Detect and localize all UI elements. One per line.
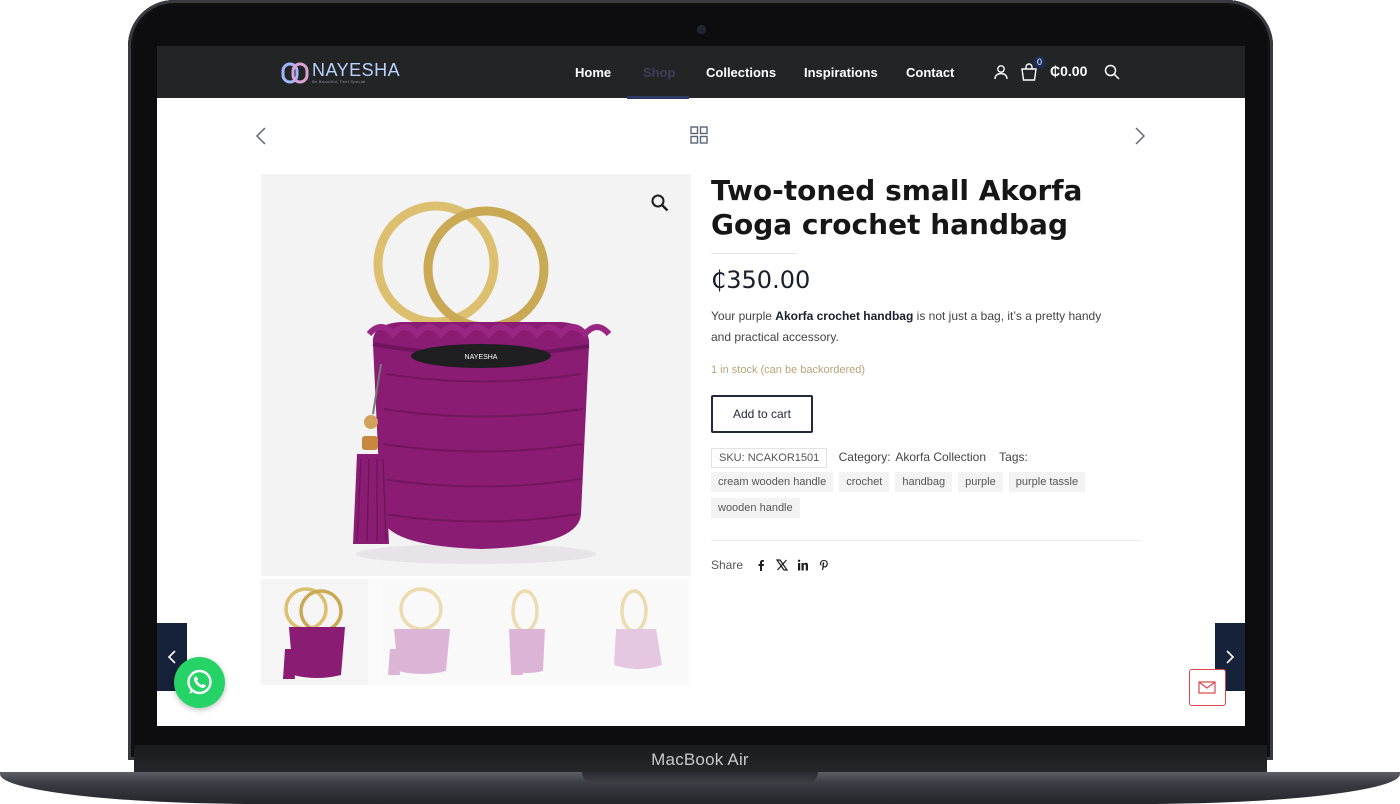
tag-link[interactable]: purple tassle bbox=[1008, 472, 1086, 492]
product-meta: SKU: NCAKOR1501 Category: Akorfa Collect… bbox=[711, 448, 1141, 468]
whatsapp-button[interactable] bbox=[174, 657, 225, 708]
thumbnail-3[interactable] bbox=[475, 579, 582, 685]
logo-name: NAYESHA bbox=[312, 60, 401, 80]
thumbnail-bag-icon bbox=[388, 587, 450, 675]
category-link[interactable]: Akorfa Collection bbox=[895, 450, 986, 464]
site-logo[interactable]: NAYESHA Be Beautiful, Feel Special bbox=[281, 58, 400, 88]
thumbnail-1[interactable] bbox=[261, 579, 368, 685]
facebook-icon[interactable] bbox=[755, 559, 767, 571]
nav-contact[interactable]: Contact bbox=[906, 65, 954, 80]
handbag-illustration: NAYESHA bbox=[353, 201, 612, 564]
tag-link[interactable]: wooden handle bbox=[711, 498, 800, 518]
thumbnail-bag-icon bbox=[283, 587, 345, 679]
previous-product-arrow-icon[interactable] bbox=[254, 126, 268, 146]
camera bbox=[698, 26, 705, 33]
bag-label-text: NAYESHA bbox=[465, 354, 498, 361]
logo-text: NAYESHA Be Beautiful, Feel Special bbox=[312, 61, 400, 85]
nav-home[interactable]: Home bbox=[575, 65, 611, 80]
whatsapp-icon bbox=[187, 669, 212, 695]
cart-total[interactable]: ₵0.00 bbox=[1050, 63, 1087, 79]
grid-icon[interactable] bbox=[690, 126, 708, 144]
pinterest-icon[interactable] bbox=[818, 559, 830, 571]
stock-status: 1 in stock (can be backordered) bbox=[711, 364, 866, 376]
tags-label: Tags: bbox=[999, 450, 1028, 464]
product-tags: cream wooden handle crochet handbag purple p… bbox=[711, 472, 1141, 524]
mail-icon bbox=[1198, 681, 1216, 694]
logo-tagline: Be Beautiful, Feel Special bbox=[312, 79, 366, 84]
x-icon[interactable] bbox=[776, 559, 789, 571]
logo-mark-icon bbox=[281, 62, 309, 84]
nav-shop[interactable]: Shop bbox=[643, 65, 676, 80]
description-prefix: Your purple bbox=[711, 309, 776, 323]
site-header: NAYESHA Be Beautiful, Feel Special Home … bbox=[157, 46, 1245, 99]
thumbnail-2[interactable] bbox=[368, 579, 475, 685]
laptop-notch bbox=[582, 772, 818, 784]
thumbnail-4[interactable] bbox=[582, 579, 689, 685]
description-bold: Akorfa crochet handbag bbox=[775, 309, 914, 323]
user-icon[interactable] bbox=[993, 64, 1009, 80]
nav-active-indicator bbox=[627, 96, 689, 99]
thumbnail-bag-icon bbox=[614, 589, 662, 669]
share-bar: Share bbox=[711, 558, 830, 572]
tag-link[interactable]: crochet bbox=[839, 472, 890, 492]
share-label: Share bbox=[711, 558, 744, 572]
sku-badge: SKU: NCAKOR1501 bbox=[711, 448, 828, 468]
search-icon[interactable] bbox=[1104, 64, 1120, 80]
product-price: ₵350.00 bbox=[711, 266, 811, 294]
tag-link[interactable]: purple bbox=[958, 472, 1003, 492]
product-thumbnails bbox=[261, 579, 691, 685]
thumbnail-bag-icon bbox=[509, 589, 545, 675]
category-label: Category: bbox=[838, 450, 891, 464]
linkedin-icon[interactable] bbox=[797, 559, 809, 571]
tag-link[interactable]: cream wooden handle bbox=[711, 472, 834, 492]
add-to-cart-button[interactable]: Add to cart bbox=[711, 395, 813, 433]
product-description: Your purple Akorfa crochet handbag is no… bbox=[711, 306, 1121, 348]
product-main-image[interactable]: NAYESHA bbox=[261, 174, 691, 576]
next-product-arrow-icon[interactable] bbox=[1133, 126, 1147, 146]
meta-divider bbox=[711, 540, 1141, 541]
nav-inspirations[interactable]: Inspirations bbox=[804, 65, 878, 80]
tag-link[interactable]: handbag bbox=[895, 472, 953, 492]
newsletter-button[interactable] bbox=[1189, 669, 1226, 706]
title-divider bbox=[711, 253, 797, 254]
cart-count-badge: 0 bbox=[1033, 56, 1046, 69]
laptop-model-label: MacBook Air bbox=[651, 750, 749, 769]
browser-screen: NAYESHA Be Beautiful, Feel Special Home … bbox=[157, 46, 1245, 726]
nav-collections[interactable]: Collections bbox=[706, 65, 776, 80]
product-title: Two-toned small Akorfa Goga crochet hand… bbox=[711, 174, 1083, 241]
zoom-icon[interactable] bbox=[651, 194, 669, 212]
